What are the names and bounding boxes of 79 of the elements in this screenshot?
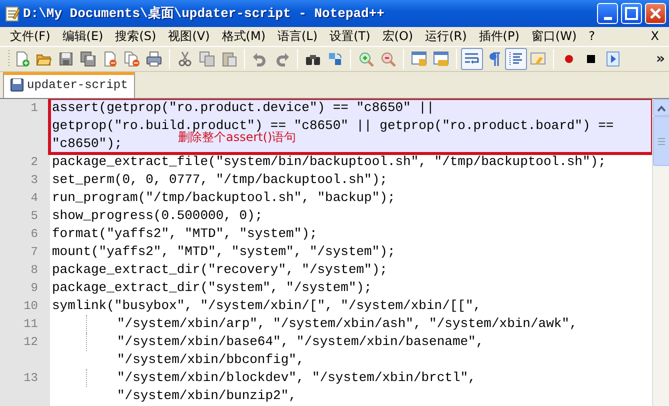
paste-icon bbox=[221, 51, 237, 67]
maximize-icon bbox=[622, 4, 641, 23]
code-line: format("yaffs2", "MTD", "system"); bbox=[51, 225, 318, 243]
menu-item[interactable]: 搜索(S) bbox=[109, 27, 162, 46]
annotation-text: 删除整个assert()语句 bbox=[178, 130, 296, 146]
replace-icon bbox=[327, 51, 343, 67]
menu-item[interactable]: 编辑(E) bbox=[56, 27, 110, 46]
minimize-button[interactable] bbox=[597, 3, 618, 24]
window-panel-icon bbox=[530, 51, 546, 67]
code-line: mount("yaffs2", "MTD", "system", "/system"); bbox=[51, 243, 396, 261]
code-line: package_extract_dir("recovery", "/system"); bbox=[51, 261, 388, 279]
copy-icon bbox=[199, 51, 215, 67]
line-number: 11 bbox=[24, 317, 38, 331]
line-number: 1 bbox=[30, 101, 38, 115]
menu-item[interactable]: 插件(P) bbox=[472, 27, 526, 46]
code-line: symlink("busybox", "/system/xbin/[", "/system/xbin/[[", bbox=[51, 297, 482, 315]
line-number: 2 bbox=[30, 155, 38, 169]
save-icon bbox=[58, 51, 74, 67]
zoom-in-icon bbox=[358, 51, 374, 67]
code-line: assert(getprop("ro.product.device") == "c8650" || bbox=[51, 99, 434, 117]
undo-icon bbox=[252, 51, 268, 67]
toolbar-grip-icon bbox=[8, 49, 11, 69]
line-number: 5 bbox=[30, 209, 38, 223]
split-window-icon bbox=[433, 51, 449, 67]
word-wrap-button[interactable] bbox=[461, 48, 483, 70]
save-icon bbox=[10, 78, 24, 92]
indent-guide-icon bbox=[508, 51, 524, 67]
split-window-icon bbox=[411, 51, 427, 67]
close-document-button[interactable]: X bbox=[644, 27, 665, 46]
code-line: package_extract_dir("system", "/system"); bbox=[51, 279, 372, 297]
menu-item[interactable]: 语言(L) bbox=[272, 27, 324, 46]
indent-guide-button[interactable] bbox=[505, 48, 527, 70]
close-all-icon bbox=[124, 51, 140, 67]
code-line: set_perm(0, 0, 0777, "/tmp/backuptool.sh"); bbox=[51, 171, 388, 189]
line-number: 9 bbox=[30, 281, 38, 295]
save-all-icon bbox=[80, 51, 96, 67]
line-number: 7 bbox=[30, 245, 38, 259]
line-number: 6 bbox=[30, 227, 38, 241]
line-number: 8 bbox=[30, 263, 38, 277]
code-line: run_program("/tmp/backuptool.sh", "backup"); bbox=[51, 189, 396, 207]
scroll-up-button[interactable] bbox=[653, 99, 669, 116]
window-title: D:\My Documents\桌面\updater-script - Notepad++ bbox=[23, 4, 386, 23]
scroll-thumb[interactable] bbox=[653, 116, 669, 166]
menu-item[interactable]: 运行(R) bbox=[419, 27, 473, 46]
code-line: "c8650"); bbox=[51, 135, 122, 153]
zoom-out-icon bbox=[380, 51, 396, 67]
line-number: 3 bbox=[30, 173, 38, 187]
notepad-icon bbox=[4, 6, 20, 22]
menu-item[interactable]: 窗口(W) bbox=[525, 27, 583, 46]
scissors-icon bbox=[177, 51, 193, 67]
code-line: getprop("ro.build.product") == "c8650" || getprop("ro.product.board") == bbox=[51, 117, 614, 133]
file-tab[interactable]: updater-script bbox=[3, 72, 135, 98]
line-number: 4 bbox=[30, 191, 38, 205]
line-number: 12 bbox=[24, 335, 38, 349]
close-button[interactable] bbox=[645, 3, 666, 24]
menu-item[interactable]: 文件(F) bbox=[4, 27, 56, 46]
minimize-icon bbox=[604, 17, 612, 20]
code-line: show_progress(0.500000, 0); bbox=[51, 207, 263, 225]
grip-icon bbox=[658, 138, 665, 144]
play-icon bbox=[605, 51, 621, 67]
toolbar-overflow-button[interactable]: » bbox=[656, 48, 665, 70]
maximize-button[interactable] bbox=[621, 3, 642, 24]
printer-icon bbox=[146, 51, 162, 67]
line-number: 13 bbox=[24, 371, 38, 385]
menu-item[interactable]: ? bbox=[582, 27, 601, 46]
menu-item[interactable]: 设置(T) bbox=[324, 27, 376, 46]
line-number: 10 bbox=[24, 299, 38, 313]
code-line: "/system/xbin/blockdev", "/system/xbin/brctl", bbox=[116, 369, 476, 387]
menu-item[interactable]: 宏(O) bbox=[376, 27, 420, 46]
code-line: "/system/xbin/bunzip2", bbox=[116, 387, 296, 405]
code-line: "/system/xbin/arp", "/system/xbin/ash", "/system/xbin/awk", bbox=[116, 315, 578, 333]
code-line: "/system/xbin/base64", "/system/xbin/basename", bbox=[116, 333, 484, 351]
menu-item[interactable]: 视图(V) bbox=[162, 27, 216, 46]
redo-icon bbox=[274, 51, 290, 67]
new-file-icon bbox=[14, 51, 30, 67]
code-line: package_extract_file("system/bin/backuptool.sh", "/tmp/backuptool.sh"); bbox=[51, 153, 606, 171]
code-line: "/system/xbin/bbconfig", bbox=[116, 351, 304, 369]
menu-item[interactable]: 格式(M) bbox=[216, 27, 272, 46]
close-file-icon bbox=[102, 51, 118, 67]
